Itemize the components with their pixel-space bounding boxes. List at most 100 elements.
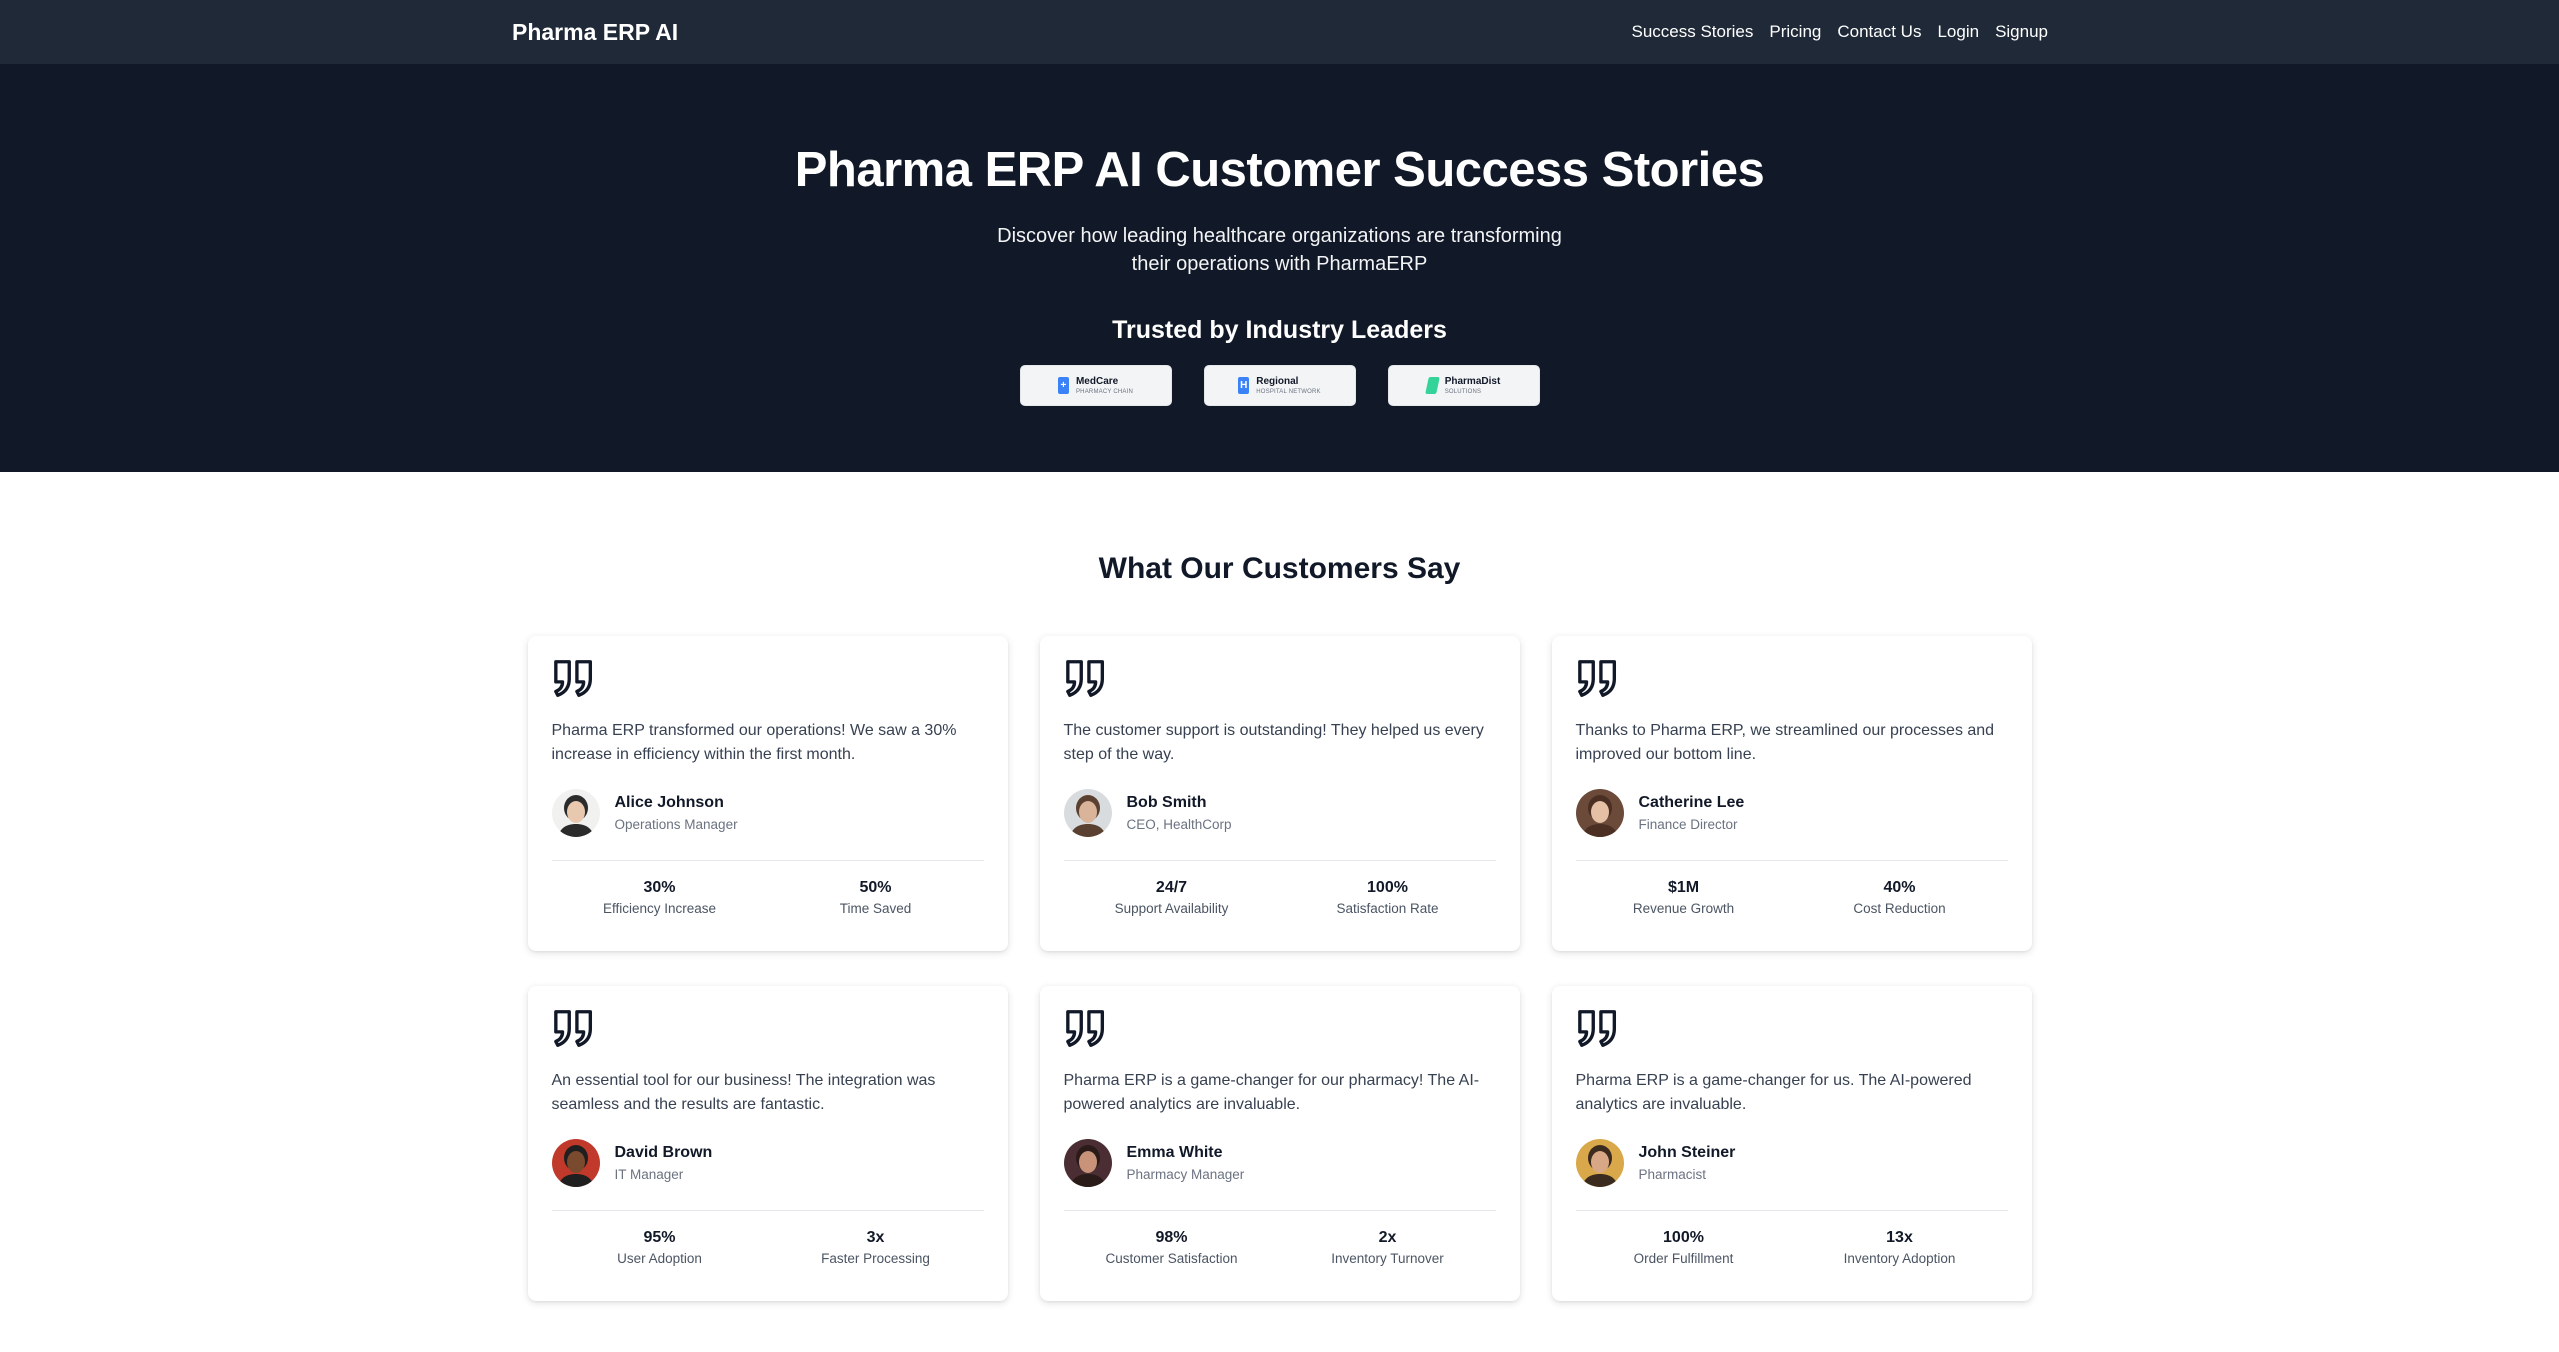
- section-title: What Our Customers Say: [1098, 552, 1461, 585]
- divider: [551, 1210, 984, 1211]
- stat-label: Time Saved: [839, 901, 912, 916]
- stat-value: 50%: [859, 879, 892, 896]
- partner-tag: HOSPITAL NETWORK: [1256, 388, 1321, 395]
- author-name: Catherine Lee: [1638, 794, 1745, 811]
- author-role: Finance Director: [1638, 817, 1738, 832]
- partner-logo-regional: H Regional HOSPITAL NETWORK: [1203, 365, 1356, 406]
- stat-value: 95%: [643, 1229, 676, 1246]
- stat-label: Satisfaction Rate: [1336, 901, 1439, 916]
- stat-label: Cost Reduction: [1853, 901, 1946, 916]
- stat-label: Order Fulfillment: [1633, 1251, 1734, 1266]
- nav-link-signup[interactable]: Signup: [1995, 22, 2048, 42]
- stat-item: 95% User Adoption: [552, 1229, 768, 1266]
- stats-row: 30% Efficiency Increase 50% Time Saved: [552, 879, 984, 916]
- stat-item: 2x Inventory Turnover: [1280, 1229, 1496, 1266]
- stat-value: 2x: [1378, 1229, 1397, 1246]
- stat-value: 100%: [1367, 879, 1408, 896]
- divider: [1575, 860, 2008, 861]
- divider: [1575, 1210, 2008, 1211]
- testimonial-card: Thanks to Pharma ERP, we streamlined our…: [1551, 636, 2032, 951]
- stat-item: 30% Efficiency Increase: [552, 879, 768, 916]
- stats-row: 95% User Adoption 3x Faster Processing: [552, 1229, 984, 1266]
- author-role: Pharmacist: [1638, 1167, 1707, 1182]
- author-block: David Brown IT Manager: [551, 1139, 984, 1187]
- stat-label: User Adoption: [617, 1251, 702, 1266]
- author-name: Emma White: [1126, 1144, 1223, 1161]
- author-block: John Steiner Pharmacist: [1575, 1139, 2008, 1187]
- testimonials-section: What Our Customers Say Pharma ERP transf…: [0, 472, 2559, 1301]
- testimonial-card: An essential tool for our business! The …: [527, 986, 1008, 1301]
- stat-value: 24/7: [1155, 879, 1188, 896]
- nav-link-pricing[interactable]: Pricing: [1769, 22, 1821, 42]
- testimonial-quote: Pharma ERP transformed our operations! W…: [551, 722, 957, 763]
- stat-value: 3x: [866, 1229, 885, 1246]
- stat-value: 30%: [643, 879, 676, 896]
- stat-item: 98% Customer Satisfaction: [1064, 1229, 1280, 1266]
- top-navbar: Pharma ERP AI Success Stories Pricing Co…: [0, 0, 2559, 64]
- author-role: Pharmacy Manager: [1126, 1167, 1245, 1182]
- stat-item: 40% Cost Reduction: [1792, 879, 2008, 916]
- hero-title: Pharma ERP AI Customer Success Stories: [794, 143, 1765, 197]
- author-block: Catherine Lee Finance Director: [1575, 789, 2008, 837]
- nav-link-success-stories[interactable]: Success Stories: [1632, 22, 1754, 42]
- partner-name: PharmaDist: [1444, 375, 1501, 387]
- stat-item: 3x Faster Processing: [768, 1229, 984, 1266]
- author-name: John Steiner: [1638, 1144, 1736, 1161]
- brand-logo[interactable]: Pharma ERP AI: [512, 19, 678, 46]
- avatar: [1575, 1139, 1624, 1187]
- testimonial-quote: An essential tool for our business! The …: [551, 1072, 936, 1113]
- quote-icon: [1577, 660, 1616, 697]
- stat-value: 40%: [1883, 879, 1916, 896]
- author-name: Alice Johnson: [614, 794, 724, 811]
- nav-link-contact-us[interactable]: Contact Us: [1837, 22, 1921, 42]
- author-role: Operations Manager: [614, 817, 738, 832]
- avatar: [551, 1139, 600, 1187]
- nav-link-login[interactable]: Login: [1937, 22, 1979, 42]
- hero-subtitle: Discover how leading healthcare organiza…: [997, 225, 1562, 275]
- testimonial-card: The customer support is outstanding! The…: [1039, 636, 1520, 951]
- stats-row: 100% Order Fulfillment 13x Inventory Ado…: [1576, 1229, 2008, 1266]
- avatar: [551, 789, 600, 837]
- stat-item: $1M Revenue Growth: [1576, 879, 1792, 916]
- stats-row: $1M Revenue Growth 40% Cost Reduction: [1576, 879, 2008, 916]
- partner-logo-medcare: + MedCare PHARMACY CHAIN: [1019, 365, 1172, 406]
- testimonial-quote: Pharma ERP is a game-changer for us. The…: [1575, 1072, 1972, 1113]
- stat-label: Support Availability: [1114, 901, 1229, 916]
- partner-tag: SOLUTIONS: [1444, 388, 1482, 395]
- partner-tag: PHARMACY CHAIN: [1075, 388, 1134, 395]
- testimonial-quote: Thanks to Pharma ERP, we streamlined our…: [1575, 722, 1995, 763]
- avatar: [1063, 1139, 1112, 1187]
- stat-value: 98%: [1155, 1229, 1188, 1246]
- stat-label: Efficiency Increase: [602, 901, 717, 916]
- partner-logo-pharmadist: PharmaDist SOLUTIONS: [1387, 365, 1540, 406]
- testimonials-grid: Pharma ERP transformed our operations! W…: [527, 636, 2032, 1301]
- author-block: Alice Johnson Operations Manager: [551, 789, 984, 837]
- quote-icon: [1065, 1010, 1104, 1047]
- divider: [1063, 1210, 1496, 1211]
- stat-item: 24/7 Support Availability: [1064, 879, 1280, 916]
- author-role: IT Manager: [614, 1167, 684, 1182]
- stat-value: 100%: [1663, 1229, 1704, 1246]
- testimonial-quote: The customer support is outstanding! The…: [1063, 722, 1484, 763]
- testimonial-card: Pharma ERP is a game-changer for us. The…: [1551, 986, 2032, 1301]
- author-block: Emma White Pharmacy Manager: [1063, 1139, 1496, 1187]
- leaf-icon: [1424, 377, 1440, 394]
- nav-links: Success Stories Pricing Contact Us Login…: [1632, 22, 2049, 42]
- stat-label: Inventory Turnover: [1331, 1251, 1444, 1266]
- author-name: David Brown: [614, 1144, 713, 1161]
- stat-item: 100% Order Fulfillment: [1576, 1229, 1792, 1266]
- trusted-title: Trusted by Industry Leaders: [1112, 316, 1447, 344]
- testimonial-quote: Pharma ERP is a game-changer for our pha…: [1063, 1072, 1480, 1113]
- quote-icon: [553, 660, 592, 697]
- divider: [551, 860, 984, 861]
- stat-item: 13x Inventory Adoption: [1792, 1229, 2008, 1266]
- avatar: [1575, 789, 1624, 837]
- divider: [1063, 860, 1496, 861]
- partner-logos: + MedCare PHARMACY CHAIN H Regional HOSP…: [1019, 365, 1540, 406]
- stat-item: 100% Satisfaction Rate: [1280, 879, 1496, 916]
- hero-section: Pharma ERP AI Customer Success Stories D…: [0, 64, 2559, 472]
- partner-name: MedCare: [1075, 375, 1119, 387]
- avatar: [1063, 789, 1112, 837]
- stats-row: 98% Customer Satisfaction 2x Inventory T…: [1064, 1229, 1496, 1266]
- author-role: CEO, HealthCorp: [1126, 817, 1232, 832]
